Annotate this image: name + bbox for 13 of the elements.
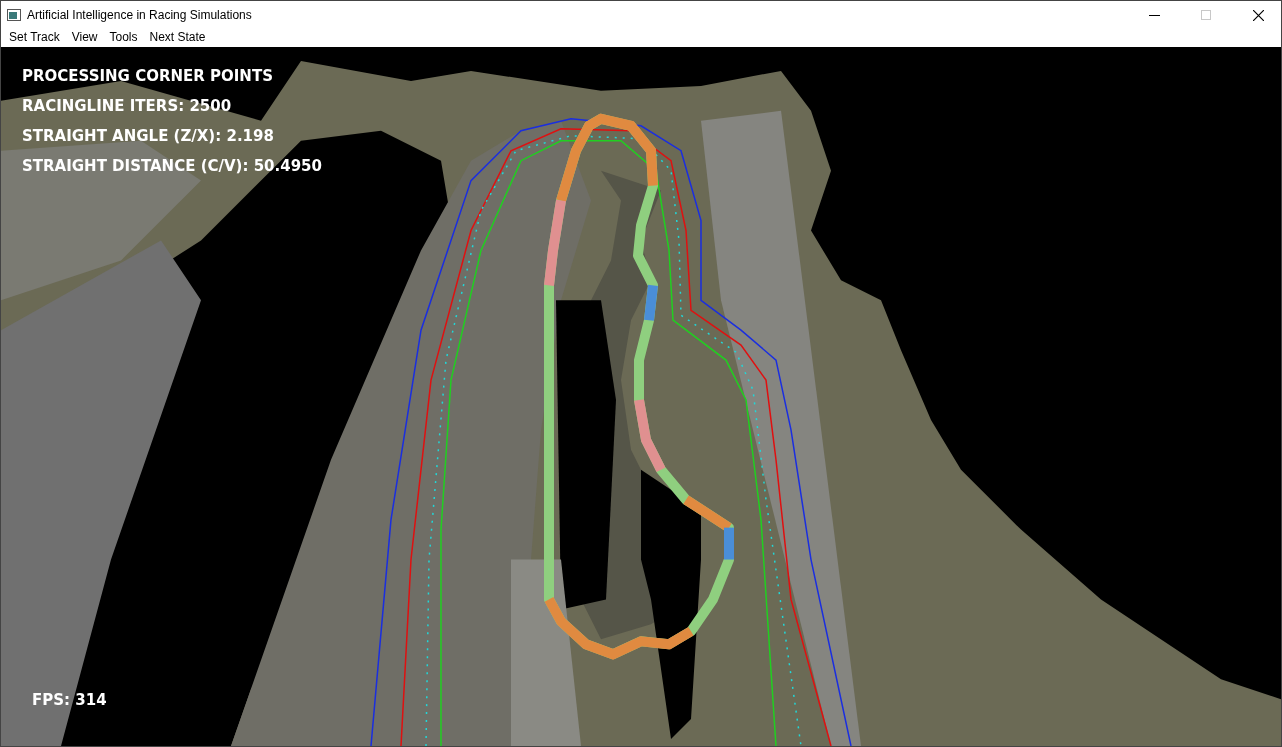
window-title: Artificial Intelligence in Racing Simulations bbox=[27, 8, 253, 22]
app-icon bbox=[7, 9, 21, 21]
maximize-icon bbox=[1201, 10, 1211, 20]
minimize-icon bbox=[1148, 14, 1160, 16]
status-text: STRAIGHT DISTANCE (C/V): 50.4950 bbox=[22, 157, 322, 176]
menu-item[interactable]: View bbox=[65, 29, 104, 45]
close-icon bbox=[1252, 9, 1264, 21]
menu-item[interactable]: Tools bbox=[103, 29, 144, 45]
menu-item[interactable]: Set Track bbox=[3, 29, 66, 45]
status-text: STRAIGHT ANGLE (Z/X): 2.198 bbox=[22, 127, 275, 146]
status-text: PROCESSING CORNER POINTS bbox=[22, 67, 274, 86]
fps-counter: FPS: 314 bbox=[32, 691, 107, 710]
menu-item[interactable]: Next State bbox=[143, 29, 212, 45]
